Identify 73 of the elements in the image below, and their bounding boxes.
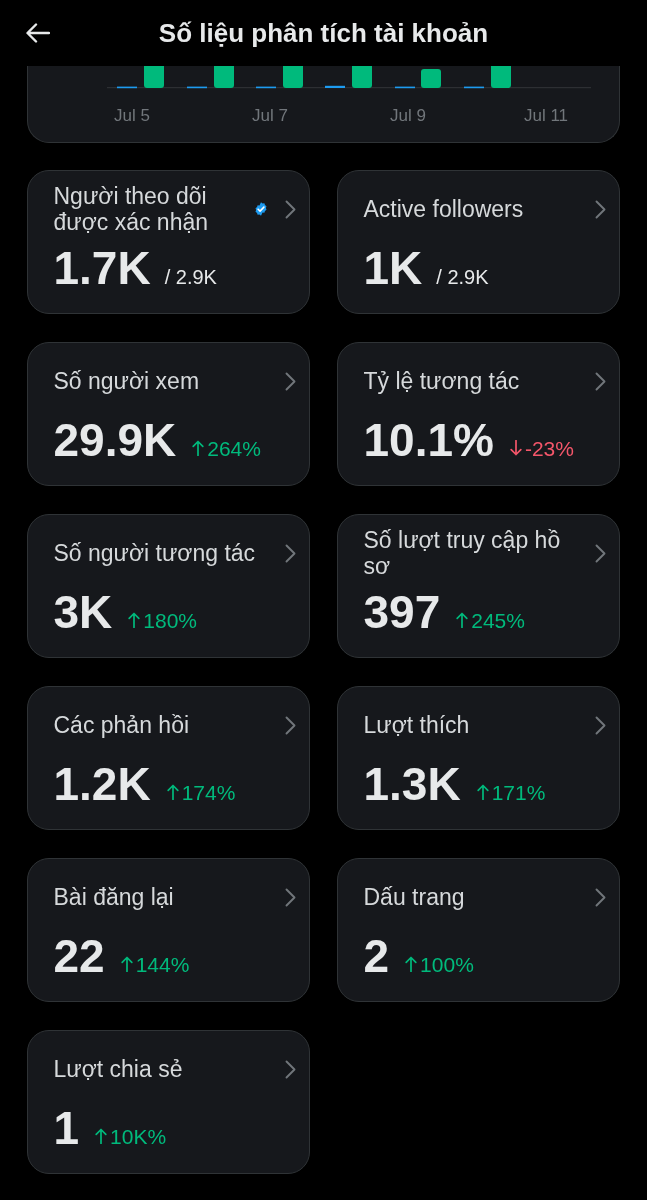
change-percent: 180% [143, 609, 198, 633]
metric-value: 1K [363, 244, 423, 292]
metric-card[interactable]: Bài đăng lại 22 144% [27, 858, 310, 1002]
chevron-right-icon [285, 715, 296, 735]
bar [352, 66, 372, 88]
chevron-right-icon [285, 199, 296, 219]
metric-card[interactable]: Dấu trang 2 100% [337, 858, 620, 1002]
metric-label: Lượt thích [363, 712, 470, 738]
metric-value: 10.1% [363, 416, 494, 464]
change-percent: 174% [181, 781, 236, 805]
metric-card[interactable]: Tỷ lệ tương tác 10.1% -23% [337, 342, 620, 486]
axis-label: Jul 7 [252, 105, 288, 127]
flat-bar [464, 86, 484, 89]
metric-label: Số người tương tác [53, 540, 256, 566]
metric-label: Lượt chia sẻ [53, 1056, 183, 1082]
metric-value: 1.7K [53, 244, 151, 292]
metric-total: / 2.9K [436, 266, 489, 289]
metric-card[interactable]: Active followers 1K / 2.9K [337, 170, 620, 314]
chevron-right-icon [285, 887, 296, 907]
axis-label: Jul 9 [390, 105, 426, 127]
chevron-right-icon [285, 371, 296, 391]
change-percent: 245% [471, 609, 525, 633]
metric-card[interactable]: Số người xem 29.9K 264% [27, 342, 310, 486]
metric-total: / 2.9K [164, 266, 217, 289]
flat-bar [117, 86, 137, 89]
metric-value: 1.2K [53, 760, 151, 808]
metric-value: 1.3K [363, 760, 461, 808]
change-percent: 171% [491, 781, 546, 805]
metric-label: Người theo dõi được xác nhận [53, 183, 209, 235]
flat-bar [187, 86, 207, 89]
chevron-right-icon [285, 543, 296, 563]
chevron-right-icon [595, 887, 606, 907]
chevron-right-icon [595, 199, 606, 219]
bar [421, 69, 441, 88]
metric-value: 22 [53, 932, 105, 980]
metric-value: 397 [363, 588, 441, 636]
metric-value: 2 [363, 932, 390, 980]
metric-label: Các phản hồi [53, 712, 190, 738]
metric-card[interactable]: Số lượt truy cập hồ sơ 397 245% [337, 514, 620, 658]
metric-label: Active followers [363, 196, 524, 222]
change-percent: 100% [420, 953, 474, 977]
flat-bar [256, 86, 276, 89]
chevron-right-icon [595, 371, 606, 391]
metric-card[interactable]: Lượt chia sẻ 1 10K% [27, 1030, 310, 1174]
metric-label: Dấu trang [363, 884, 465, 910]
metric-label: Số người xem [53, 368, 200, 394]
bar [283, 66, 303, 88]
metric-value: 1 [53, 1104, 80, 1152]
chevron-right-icon [285, 1059, 296, 1079]
bar [491, 66, 511, 88]
metric-label: Số lượt truy cập hồ sơ [363, 527, 562, 579]
bar [214, 66, 234, 88]
axis-label: Jul 11 [523, 105, 569, 127]
change-percent: 144% [135, 953, 190, 977]
flat-bar [395, 86, 415, 89]
page-title: Số liệu phân tích tài khoản [158, 17, 489, 49]
metric-value: 3K [53, 588, 113, 636]
metric-label: Tỷ lệ tương tác [363, 368, 520, 394]
axis-label: Jul 5 [114, 105, 150, 127]
chevron-right-icon [595, 715, 606, 735]
metric-value: 29.9K [53, 416, 177, 464]
flat-bar [325, 85, 345, 88]
change-percent: -23% [524, 437, 574, 461]
metric-label: Bài đăng lại [53, 884, 174, 910]
metric-card[interactable]: Số người tương tác 3K 180% [27, 514, 310, 658]
metric-card[interactable]: Lượt thích 1.3K 171% [337, 686, 620, 830]
change-percent: 10K% [110, 1125, 167, 1149]
back-arrow-icon[interactable] [26, 23, 50, 43]
metric-card[interactable]: Các phản hồi 1.2K 174% [27, 686, 310, 830]
bar [144, 66, 164, 88]
metric-card[interactable]: Người theo dõi được xác nhận 1.7K / 2.9K [27, 170, 310, 314]
chevron-right-icon [595, 543, 606, 563]
change-percent: 264% [207, 437, 261, 461]
